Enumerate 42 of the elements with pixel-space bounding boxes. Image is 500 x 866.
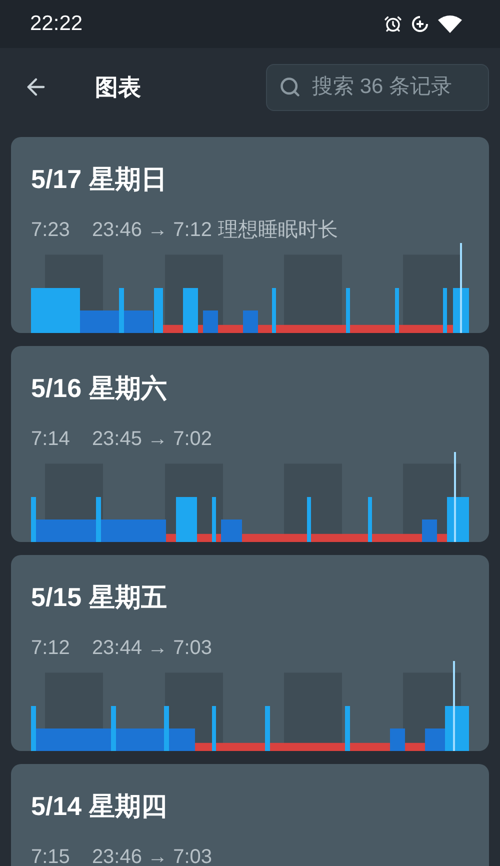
data-saver-icon [411, 15, 429, 33]
sleep-stage-bar [390, 728, 405, 751]
sleep-stage-bar [368, 497, 372, 542]
wifi-icon [438, 15, 462, 33]
sleep-stage-bar [307, 497, 311, 542]
day-card[interactable]: 5/16 星期六 7:14 23:45 → 7:02 [11, 346, 489, 542]
sleep-duration: 7:23 [31, 218, 70, 243]
sleep-duration: 7:15 [31, 845, 70, 866]
sleep-stage-bar [443, 288, 447, 333]
sleep-stage-bar [395, 288, 399, 333]
sleep-stage-bar [203, 310, 218, 333]
sleep-range: 23:45 → 7:02 [92, 427, 212, 452]
sleep-duration: 7:14 [31, 427, 70, 452]
sleep-stage-bar [243, 310, 258, 333]
sleep-stage-bar [183, 288, 198, 333]
sleep-stage-bar [221, 520, 242, 542]
alarm-icon [384, 15, 402, 33]
sleep-range: 23:44 → 7:03 [92, 636, 212, 661]
sleep-range: 23:46 → 7:12 [92, 218, 212, 243]
page-title: 图表 [95, 72, 141, 102]
sleep-stage-bar [447, 497, 469, 542]
search-icon [279, 76, 301, 98]
sleep-stage-bar [345, 706, 350, 751]
sleep-stage-bar [422, 520, 437, 542]
sleep-stage-bar [272, 288, 276, 333]
day-card[interactable]: 5/14 星期四 7:15 23:46 → 7:03 [11, 764, 489, 866]
sleep-duration: 7:12 [31, 636, 70, 661]
sleep-stage-bar [265, 706, 270, 751]
sleep-stage-bar [346, 288, 350, 333]
search-field[interactable]: 搜索 36 条记录 [266, 64, 489, 110]
day-card[interactable]: 5/15 星期五 7:12 23:44 → 7:03 [11, 555, 489, 751]
day-title: 5/17 星期日 [31, 163, 168, 195]
day-title: 5/16 星期六 [31, 372, 168, 404]
sleep-stage-bar [176, 497, 197, 542]
sleep-stage-bar [212, 706, 216, 751]
sleep-range: 23:46 → 7:03 [92, 845, 212, 866]
day-title: 5/14 星期四 [31, 790, 168, 822]
day-title: 5/15 星期五 [31, 581, 168, 613]
status-time: 22:22 [30, 11, 83, 38]
day-card[interactable]: 5/17 星期日 7:23 23:46 → 7:12 理想睡眠时长 [11, 137, 489, 333]
sleep-stage-bar [212, 497, 216, 542]
sleep-note: 理想睡眠时长 [218, 218, 338, 243]
